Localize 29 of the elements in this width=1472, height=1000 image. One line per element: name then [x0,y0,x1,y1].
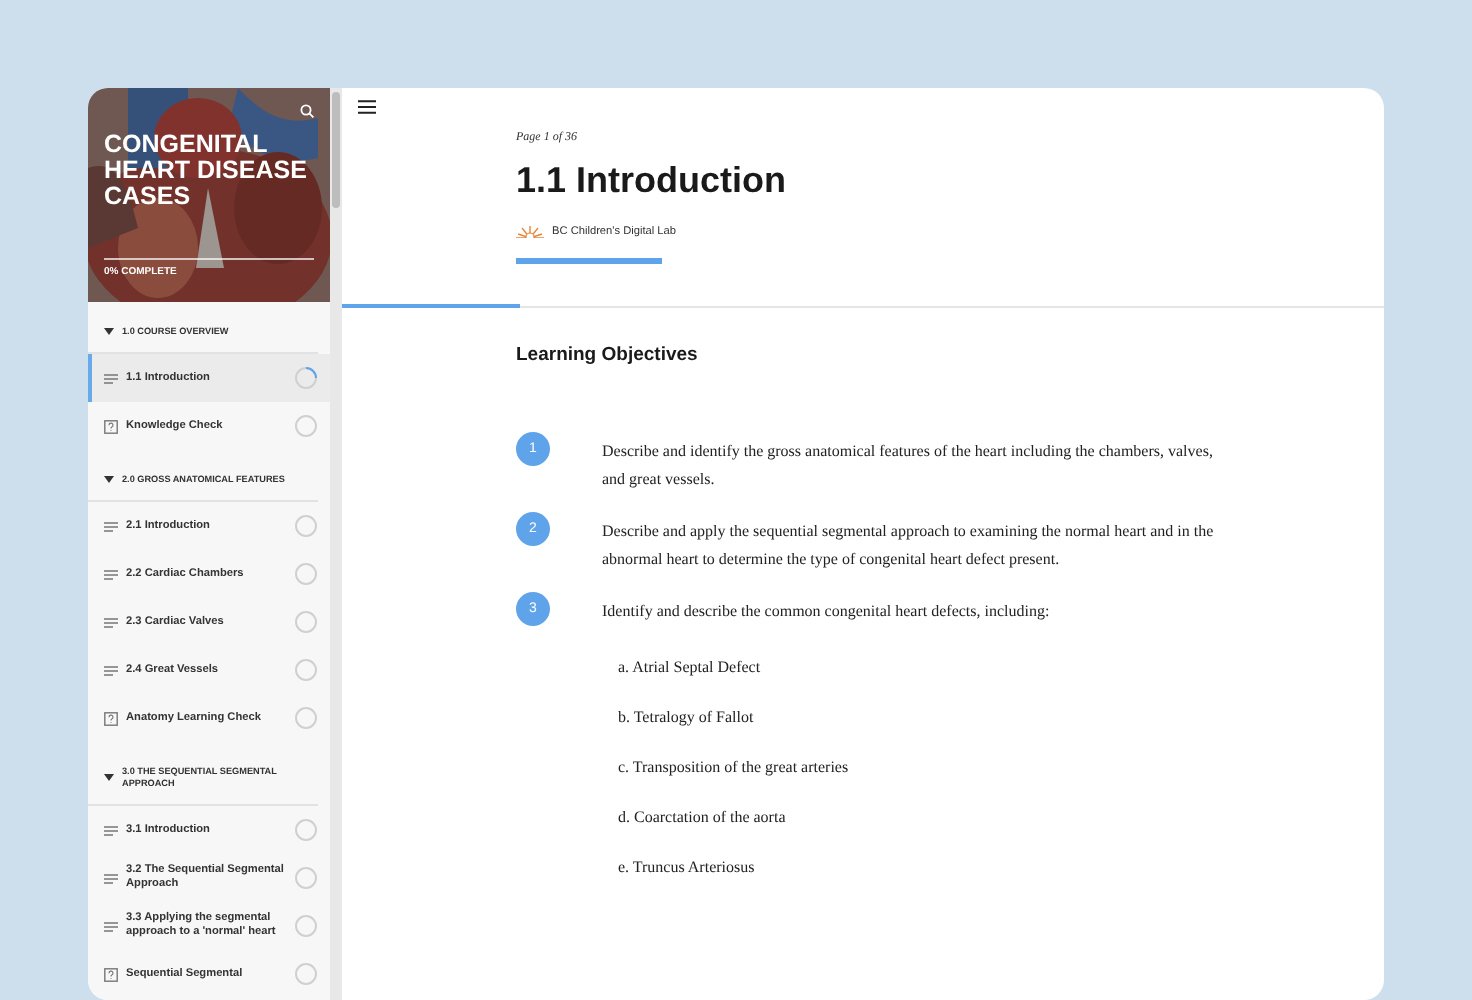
caret-icon [104,476,114,484]
text-lines-icon [104,921,118,931]
search-icon[interactable] [300,104,314,118]
sub-objective-text: b. Tetralogy of Fallot [618,708,756,726]
sub-objective-text: a. Atrial Septal Defect [618,658,763,676]
sub-objective-text: d. Coarctation of the aorta [618,808,788,826]
question-box-icon [104,967,118,981]
objective-text: Describe and apply the sequential segmental approach to examining the normal heart and in the abnormal heart to determine the type of congenital heart defect present. [602,520,1216,572]
lesson-title: 1.1 Introduction [516,160,788,202]
caret-icon [104,774,114,782]
sun-logo-icon [516,224,544,238]
text-lines-icon [104,569,118,579]
question-box-icon [104,419,118,433]
sub-objective-text: e. Truncus Arteriosus [618,858,757,876]
caret-icon [104,328,114,336]
sub-objective-text: c. Transposition of the great arteries [618,758,851,776]
text-lines-icon [104,665,118,675]
scrollbar-thumb[interactable] [332,92,340,208]
question-box-icon [104,711,118,725]
text-lines-icon [104,521,118,531]
text-lines-icon [104,373,118,383]
course-title: CONGENITAL HEART DISEASE CASES [104,132,309,210]
menu-icon[interactable] [358,100,376,114]
objective-text: Describe and identify the gross anatomical features of the heart including the chambers, valves, and great vessels. [602,440,1215,492]
section-heading: Learning Objectives [516,344,700,366]
text-lines-icon [104,617,118,627]
text-lines-icon [104,873,118,883]
text-lines-icon [104,825,118,835]
objective-text: Identify and describe the common congenital heart defects, including: [602,600,1050,624]
